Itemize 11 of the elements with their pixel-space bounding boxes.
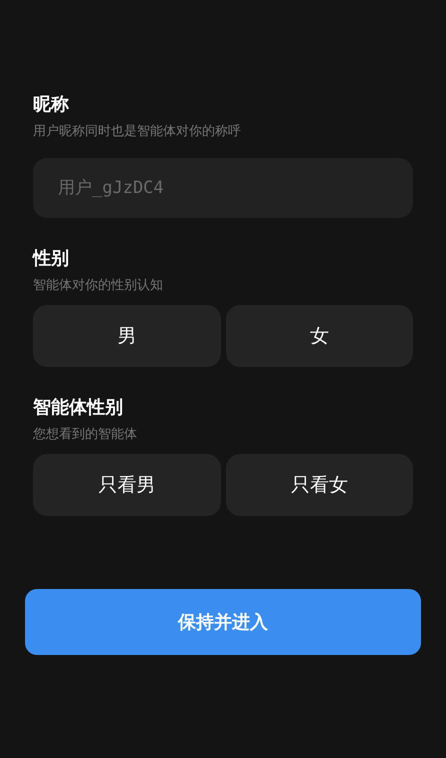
- section-title: 智能体性别: [33, 396, 124, 420]
- option-button[interactable]: 男: [33, 305, 220, 367]
- option-button[interactable]: 只看男: [33, 454, 220, 516]
- section-title: 昵称: [33, 93, 70, 117]
- option-button[interactable]: 只看女: [226, 454, 413, 516]
- section-hint: 用户昵称同时也是智能体对你的称呼: [33, 123, 242, 141]
- section-hint: 智能体对你的性别认知: [33, 277, 164, 295]
- option-button[interactable]: 女: [226, 305, 413, 367]
- section-hint: 您想看到的智能体: [33, 426, 138, 444]
- section-title: 性别: [33, 247, 70, 271]
- nickname-field[interactable]: 用户_gJzDC4: [33, 158, 413, 218]
